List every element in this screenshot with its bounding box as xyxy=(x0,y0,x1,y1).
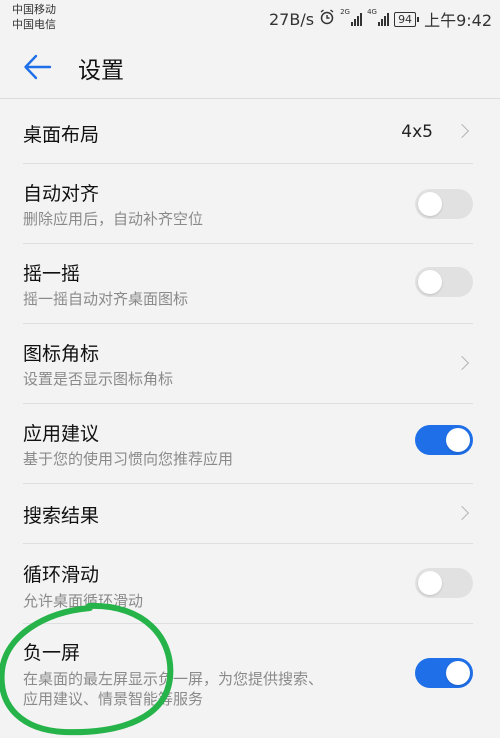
setting-icon-badge[interactable]: 图标角标 设置是否显示图标角标 xyxy=(0,324,500,404)
setting-shake[interactable]: 摇一摇 摇一摇自动对齐桌面图标 xyxy=(0,244,500,324)
carrier-2: 中国电信 xyxy=(12,18,56,31)
shake-toggle[interactable] xyxy=(415,267,473,297)
alarm-icon xyxy=(319,9,335,29)
setting-label: 桌面布局 xyxy=(23,124,100,146)
carrier-1: 中国移动 xyxy=(12,3,56,16)
setting-description: 摇一摇自动对齐桌面图标 xyxy=(23,290,189,308)
signal-icon: 2G xyxy=(340,9,363,26)
minus-one-screen-toggle[interactable] xyxy=(415,658,473,688)
setting-label: 应用建议 xyxy=(23,423,100,445)
app-bar: 设置 xyxy=(0,36,500,98)
setting-label: 搜索结果 xyxy=(23,505,100,527)
chevron-right-icon xyxy=(454,355,470,371)
signal-icon: 4G xyxy=(367,9,390,26)
app-suggestions-toggle[interactable] xyxy=(415,425,473,455)
setting-label: 图标角标 xyxy=(23,343,100,365)
status-bar: 中国移动 中国电信 27B/s 2G 4G 94 上午9:42 xyxy=(0,0,500,36)
setting-label: 摇一摇 xyxy=(23,263,81,285)
highlight-circle xyxy=(0,602,174,736)
clock: 上午9:42 xyxy=(424,11,492,30)
setting-app-suggestions[interactable]: 应用建议 基于您的使用习惯向您推荐应用 xyxy=(0,404,500,484)
setting-auto-align[interactable]: 自动对齐 删除应用后，自动补齐空位 xyxy=(0,164,500,244)
setting-description: 设置是否显示图标角标 xyxy=(23,370,174,388)
setting-desktop-layout[interactable]: 桌面布局 4x5 xyxy=(0,99,500,164)
loop-scroll-toggle[interactable] xyxy=(415,568,473,598)
setting-description: 基于您的使用习惯向您推荐应用 xyxy=(23,450,234,468)
setting-description: 删除应用后，自动补齐空位 xyxy=(23,210,204,228)
auto-align-toggle[interactable] xyxy=(415,189,473,219)
arrow-left-icon[interactable] xyxy=(22,52,54,82)
chevron-right-icon xyxy=(454,123,470,139)
net-speed: 27B/s xyxy=(269,9,315,29)
setting-label: 循环滑动 xyxy=(23,564,100,586)
battery-icon: 94 xyxy=(394,11,420,27)
setting-search-results[interactable]: 搜索结果 xyxy=(0,484,500,544)
page-title: 设置 xyxy=(78,58,124,84)
setting-label: 自动对齐 xyxy=(23,183,100,205)
chevron-right-icon xyxy=(454,505,470,521)
status-icons: 27B/s 2G 4G 94 上午9:42 xyxy=(269,7,492,31)
setting-value: 4x5 xyxy=(401,122,433,142)
